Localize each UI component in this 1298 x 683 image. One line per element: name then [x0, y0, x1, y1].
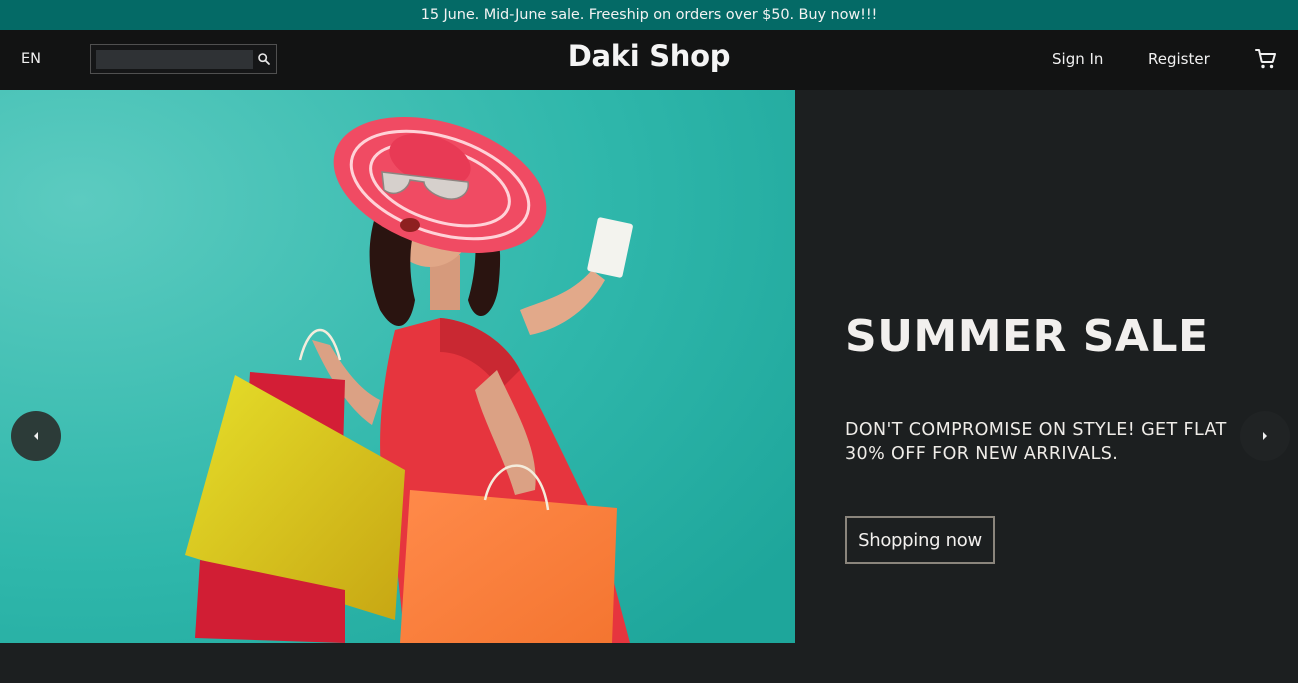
carousel-prev-button[interactable] [11, 411, 61, 461]
hero-title: SUMMER SALE [845, 311, 1209, 362]
chevron-right-icon [1263, 432, 1267, 440]
brand-logo[interactable]: Daki Shop [568, 39, 731, 73]
hero-photo [0, 90, 795, 643]
hero-subtitle: DON'T COMPROMISE ON STYLE! GET FLAT 30% … [845, 420, 1227, 464]
page-footer-area [0, 643, 1298, 683]
sign-in-link[interactable]: Sign In [1052, 50, 1103, 68]
top-navigation: EN Daki Shop Sign In Register [0, 30, 1298, 90]
search-icon[interactable] [256, 51, 272, 67]
carousel-next-button[interactable] [1240, 411, 1290, 461]
shopping-now-button[interactable]: Shopping now [845, 516, 995, 564]
chevron-left-icon [34, 432, 38, 440]
cart-icon[interactable] [1254, 47, 1278, 71]
register-link[interactable]: Register [1148, 50, 1210, 68]
announcement-bar: 15 June. Mid-June sale. Freeship on orde… [0, 0, 1298, 30]
hero-carousel: SUMMER SALE DON'T COMPROMISE ON STYLE! G… [0, 90, 1298, 643]
search-box [90, 44, 277, 74]
search-input[interactable] [96, 50, 253, 69]
announcement-text: 15 June. Mid-June sale. Freeship on orde… [420, 7, 878, 23]
language-selector[interactable]: EN [21, 51, 41, 67]
